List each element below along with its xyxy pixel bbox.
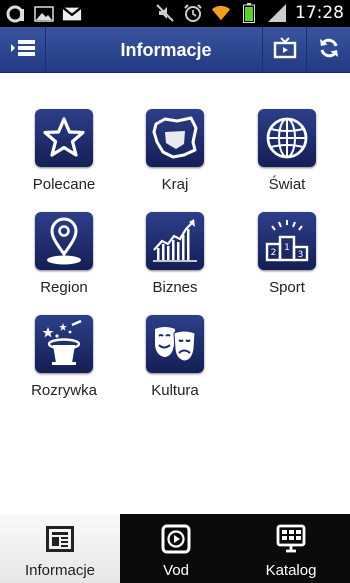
page-title: Informacje: [120, 40, 212, 60]
category-kraj[interactable]: Kraj: [130, 109, 220, 199]
menu-icon: [10, 38, 36, 63]
category-label: Sport: [269, 279, 305, 296]
tab-label: Vod: [163, 562, 189, 579]
category-label: Kultura: [151, 382, 199, 399]
category-region[interactable]: Region: [19, 212, 109, 302]
globe-icon: [258, 109, 316, 167]
tab-informacje[interactable]: Informacje: [0, 514, 120, 583]
action-bar: Informacje: [0, 27, 350, 73]
tab-katalog[interactable]: Katalog: [232, 514, 350, 583]
status-bar: 17:28: [0, 0, 350, 27]
svg-text:3: 3: [298, 250, 304, 260]
clock: 17:28: [295, 3, 344, 23]
newspaper-icon: [45, 524, 75, 554]
svg-text:1: 1: [284, 243, 290, 253]
tab-label: Informacje: [24, 562, 96, 579]
menu-button[interactable]: [0, 27, 46, 73]
category-label: Rozrywka: [31, 382, 97, 399]
map-pin-icon: [35, 212, 93, 270]
category-polecane[interactable]: Polecane: [19, 109, 109, 199]
category-label: Biznes: [152, 279, 198, 296]
category-label: Region: [40, 279, 88, 296]
tv-button[interactable]: [262, 27, 306, 73]
battery-icon: [239, 3, 259, 23]
gallery-icon: [34, 4, 54, 24]
play-icon: [161, 524, 191, 554]
magic-hat-icon: [35, 315, 93, 373]
category-label: Polecane: [32, 176, 96, 193]
sync-icon: [6, 4, 26, 24]
category-label: Kraj: [161, 176, 189, 193]
category-kultura[interactable]: Kultura: [130, 315, 220, 405]
theater-masks-icon: [146, 315, 204, 373]
category-biznes[interactable]: Biznes: [130, 212, 220, 302]
category-rozrywka[interactable]: Rozrywka: [19, 315, 109, 405]
stock-chart-icon: [146, 212, 204, 270]
tv-icon: [273, 36, 297, 64]
refresh-icon: [318, 37, 340, 64]
category-label: Świat: [268, 176, 306, 193]
tab-label: Katalog: [265, 562, 317, 579]
category-swiat[interactable]: Świat: [242, 109, 332, 199]
category-sport[interactable]: 1 2 3 Sport: [242, 212, 332, 302]
poland-map-icon: [146, 109, 204, 167]
star-icon: [35, 109, 93, 167]
wifi-icon: [211, 3, 231, 23]
podium-icon: 1 2 3: [258, 212, 316, 270]
svg-text:2: 2: [271, 248, 277, 258]
gmail-icon: [62, 4, 82, 24]
bottom-tab-bar: Informacje Vod Katalog: [0, 514, 350, 583]
alarm-icon: [183, 3, 203, 23]
mute-icon: [155, 3, 175, 23]
tv-grid-icon: [276, 524, 306, 554]
signal-icon: [267, 3, 287, 23]
refresh-button[interactable]: [306, 27, 350, 73]
tab-vod[interactable]: Vod: [120, 514, 232, 583]
